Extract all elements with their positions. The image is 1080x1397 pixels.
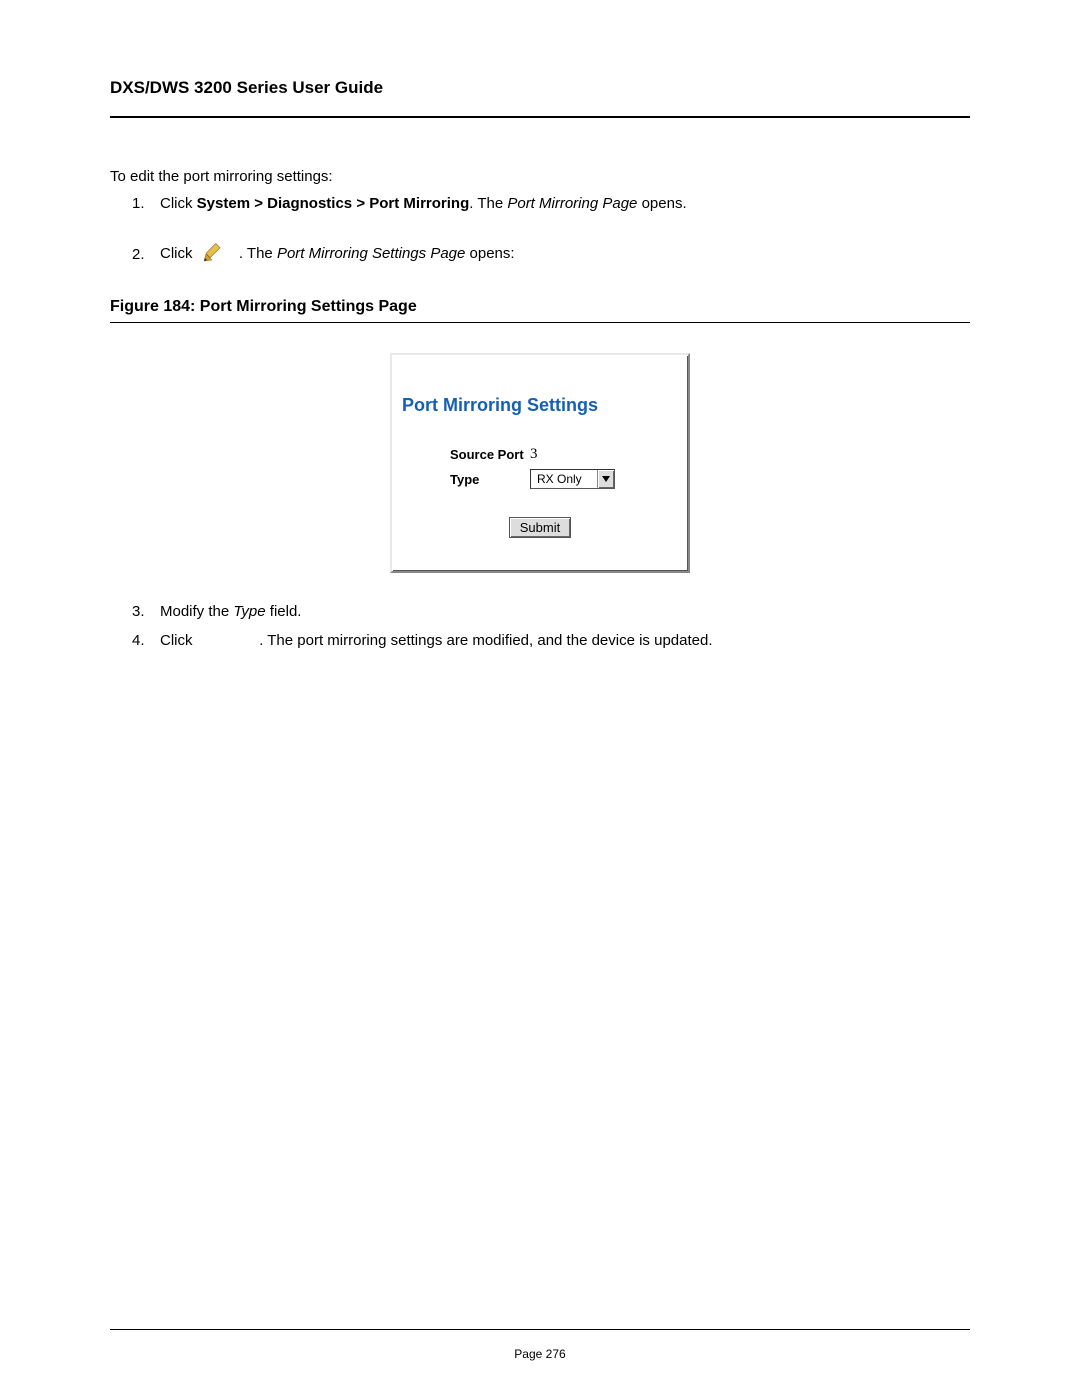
pencil-icon xyxy=(201,240,225,268)
step-4: 4. Click . The port mirroring settings a… xyxy=(110,632,970,649)
submit-button[interactable]: Submit xyxy=(509,517,571,538)
steps-list-cont: 3. Modify the Type field. 4. Click . The… xyxy=(110,603,970,649)
step-1-content: Click System > Diagnostics > Port Mirror… xyxy=(160,195,687,212)
intro-text: To edit the port mirroring settings: xyxy=(110,168,970,185)
source-port-value: 3 xyxy=(530,446,538,463)
type-row: Type RX Only xyxy=(402,469,678,489)
step-3: 3. Modify the Type field. xyxy=(110,603,970,620)
document-page: DXS/DWS 3200 Series User Guide To edit t… xyxy=(0,0,1080,1397)
figure-caption: Figure 184: Port Mirroring Settings Page xyxy=(110,298,970,316)
source-port-label: Source Port xyxy=(450,447,530,462)
type-select[interactable]: RX Only xyxy=(530,469,615,489)
chevron-down-icon[interactable] xyxy=(597,470,614,488)
step-1: 1. Click System > Diagnostics > Port Mir… xyxy=(110,195,970,212)
step-4-content: Click . The port mirroring settings are … xyxy=(160,632,713,649)
source-port-row: Source Port 3 xyxy=(402,446,678,463)
step-number: 1. xyxy=(132,195,160,212)
step-number: 2. xyxy=(132,246,160,263)
figure-rule xyxy=(110,322,970,323)
step-number: 4. xyxy=(132,632,160,649)
page-number: Page 276 xyxy=(0,1347,1080,1361)
page-name: Port Mirroring Page xyxy=(507,195,637,212)
port-mirroring-settings-dialog: Port Mirroring Settings Source Port 3 Ty… xyxy=(390,353,690,573)
step-2: 2. Click . The Port Mirroring Settings P… xyxy=(110,240,970,268)
steps-list: 1. Click System > Diagnostics > Port Mir… xyxy=(110,195,970,268)
page-name: Port Mirroring Settings Page xyxy=(277,245,465,262)
type-select-value: RX Only xyxy=(531,472,597,486)
step-3-content: Modify the Type field. xyxy=(160,603,301,620)
guide-title: DXS/DWS 3200 Series User Guide xyxy=(110,78,970,98)
header-rule xyxy=(110,116,970,118)
field-name: Type xyxy=(233,603,265,620)
step-2-content: Click . The Port Mirroring Settings Page… xyxy=(160,240,515,268)
dialog-title: Port Mirroring Settings xyxy=(402,395,678,416)
submit-row: Submit xyxy=(402,517,678,538)
placeholder-gap xyxy=(197,632,260,649)
menu-path: System > Diagnostics > Port Mirroring xyxy=(197,195,470,212)
footer-rule xyxy=(110,1329,970,1330)
type-label: Type xyxy=(450,472,530,487)
step-number: 3. xyxy=(132,603,160,620)
figure-container: Port Mirroring Settings Source Port 3 Ty… xyxy=(110,353,970,573)
